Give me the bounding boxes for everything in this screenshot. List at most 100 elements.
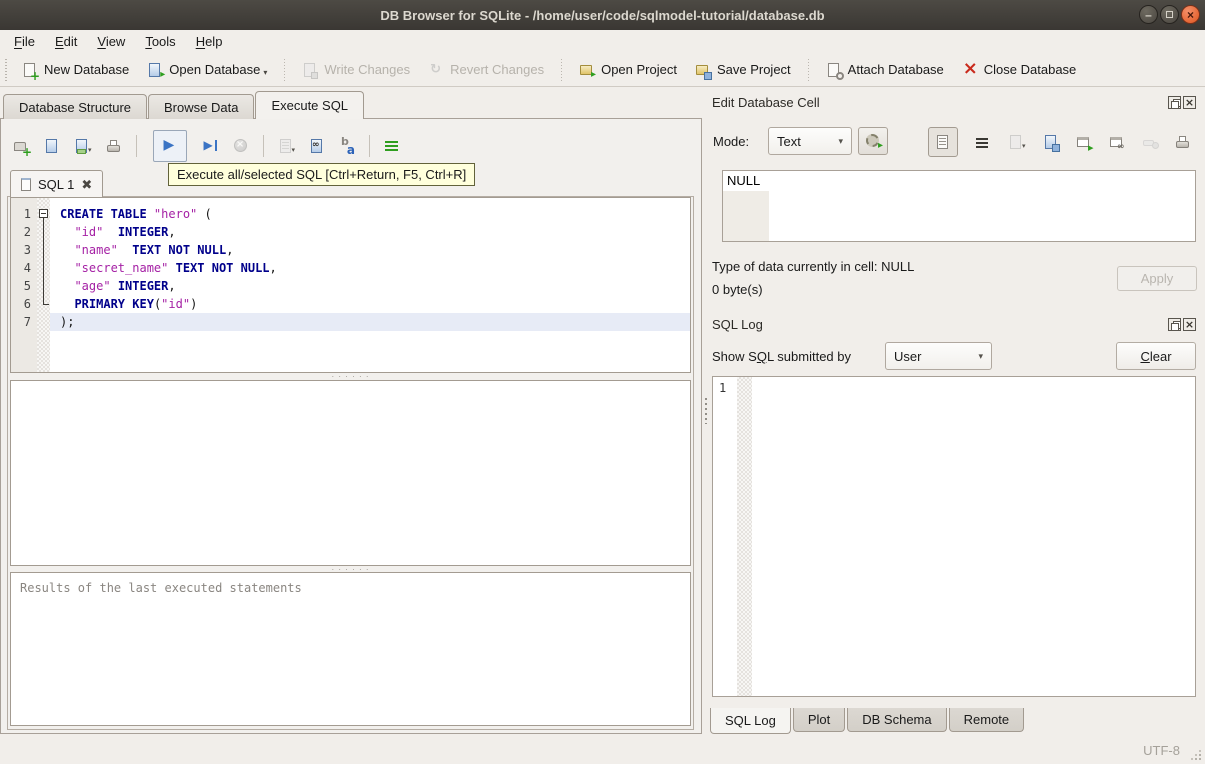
auto-switch-mode-button[interactable] — [858, 127, 888, 155]
cell-value-editor[interactable]: NULL — [722, 170, 1196, 242]
log-filter-value: User — [894, 348, 922, 364]
toolbar-handle[interactable] — [2, 58, 9, 81]
toolbar-separator — [135, 135, 137, 157]
float-dock-icon[interactable] — [1168, 95, 1181, 109]
open-database-icon — [147, 62, 165, 80]
menu-view[interactable]: View — [87, 32, 135, 51]
code-segment: "age" — [74, 279, 111, 293]
main-vertical-splitter[interactable] — [701, 118, 710, 734]
float-dock-icon[interactable] — [1168, 317, 1181, 331]
link-data-icon — [1109, 134, 1125, 152]
toolbar-separator — [280, 58, 290, 81]
execute-all-button[interactable] — [152, 130, 187, 162]
export-data-button[interactable] — [1043, 134, 1060, 152]
apply-button[interactable]: Apply — [1117, 266, 1197, 291]
dock-tab-remote[interactable]: Remote — [948, 708, 1025, 732]
dock-tab-plot[interactable]: Plot — [792, 708, 846, 732]
code-segment: , — [226, 243, 234, 257]
fold-collapse-icon[interactable] — [39, 209, 48, 218]
apply-data-button[interactable] — [1076, 134, 1094, 153]
word-wrap-button[interactable] — [384, 138, 400, 154]
cell-print-button[interactable] — [1175, 134, 1191, 150]
dock-tab-sql-log[interactable]: SQL Log — [710, 708, 791, 734]
save-sql-file-button[interactable]: ▾ — [74, 138, 92, 154]
code-line: "name" TEXT NOT NULL, — [50, 241, 690, 259]
code-line: "age" INTEGER, — [50, 277, 690, 295]
sql-editor-tab[interactable]: SQL 1 ✖ — [10, 170, 104, 197]
open-project-button[interactable]: Open Project — [570, 57, 686, 83]
import-data-icon — [1008, 134, 1024, 150]
toolbar-separator — [557, 58, 567, 81]
close-database-button[interactable]: Close Database — [953, 57, 1086, 83]
results-grid-pane[interactable] — [10, 380, 691, 566]
close-dock-icon[interactable] — [1183, 95, 1196, 109]
menubar: File Edit View Tools Help — [0, 30, 1205, 53]
code-line: ); — [50, 313, 690, 331]
dropdown-caret-icon[interactable]: ▾ — [263, 68, 267, 78]
save-results-icon — [278, 138, 294, 154]
dock-tab-db-schema[interactable]: DB Schema — [847, 708, 947, 732]
new-tab-button[interactable] — [14, 138, 32, 158]
menu-file[interactable]: File — [4, 32, 45, 51]
chevron-down-icon: ▾ — [838, 135, 843, 146]
new-database-button[interactable]: New Database — [13, 57, 138, 83]
sql-code-editor[interactable]: 1 2 3 4 5 6 7 CREATE TABLE "hero" ( "id" INTEG… — [10, 197, 691, 373]
find-replace-button[interactable] — [309, 138, 325, 154]
menu-edit[interactable]: Edit — [45, 32, 87, 51]
line-number: 1 — [23, 207, 31, 221]
results-status-pane[interactable]: Results of the last executed statements — [10, 572, 691, 726]
code-area[interactable]: CREATE TABLE "hero" ( "id" INTEGER, "nam… — [50, 198, 690, 372]
wrap-lines-button[interactable] — [975, 134, 991, 150]
tab-close-icon[interactable]: ✖ — [81, 178, 92, 191]
sql-log-view[interactable]: 1 — [712, 376, 1196, 697]
minimize-button[interactable]: – — [1139, 5, 1158, 24]
edit-cell-title: Edit Database Cell — [712, 94, 820, 110]
tab-execute-sql[interactable]: Execute SQL — [255, 91, 365, 119]
menu-help[interactable]: Help — [186, 32, 233, 51]
link-data-button[interactable] — [1109, 134, 1125, 152]
text-document-button[interactable] — [928, 127, 958, 157]
cell-type-label: Type of data currently in cell: NULL — [712, 259, 915, 274]
format-sql-button[interactable] — [339, 136, 355, 156]
find-replace-icon — [309, 138, 325, 154]
code-segment: PRIMARY KEY — [74, 297, 154, 311]
results-placeholder: Results of the last executed statements — [20, 581, 302, 595]
open-sql-file-button[interactable] — [44, 138, 60, 154]
code-segment: "id" — [161, 297, 191, 311]
print-button[interactable] — [106, 138, 122, 154]
dock-tab-bar: SQL Log Plot DB Schema Remote — [710, 708, 1025, 734]
line-number: 5 — [23, 279, 31, 293]
execute-line-button[interactable] — [203, 138, 219, 154]
format-sql-icon — [339, 136, 355, 156]
editor-results-splitter[interactable] — [10, 373, 691, 380]
resize-grip-icon[interactable] — [1189, 748, 1201, 760]
line-number: 4 — [23, 261, 31, 275]
mode-label: Mode: — [713, 134, 750, 149]
code-segment: INTEGER — [117, 279, 169, 293]
maximize-button[interactable] — [1160, 5, 1179, 24]
toolbar-separator — [262, 135, 264, 157]
menu-tools[interactable]: Tools — [135, 32, 185, 51]
line-number-gutter: 1 2 3 4 5 6 7 — [11, 198, 37, 372]
toolbar-button-label: Revert Changes — [450, 62, 545, 77]
new-tab-icon — [14, 138, 32, 158]
stop-icon — [233, 138, 249, 154]
close-dock-icon[interactable] — [1183, 317, 1196, 331]
mode-select[interactable]: Text ▾ — [768, 127, 852, 155]
titlebar[interactable]: DB Browser for SQLite - /home/user/code/… — [0, 0, 1205, 30]
open-database-button[interactable]: Open Database▾ — [138, 57, 276, 83]
write-changes-icon — [302, 62, 319, 79]
code-segment: ) — [190, 297, 198, 311]
log-filter-select[interactable]: User ▾ — [885, 342, 992, 370]
cell-size-label: 0 byte(s) — [712, 282, 763, 297]
tab-browse-data[interactable]: Browse Data — [148, 94, 255, 119]
log-line-number: 1 — [719, 381, 727, 395]
clear-label: Clear — [1140, 348, 1172, 364]
close-button[interactable]: × — [1181, 5, 1200, 24]
clear-log-button[interactable]: Clear — [1116, 342, 1196, 370]
tab-database-structure[interactable]: Database Structure — [3, 94, 148, 119]
attach-database-button[interactable]: Attach Database — [817, 57, 953, 83]
save-project-button[interactable]: Save Project — [686, 57, 800, 83]
toolbar-separator — [803, 58, 813, 81]
